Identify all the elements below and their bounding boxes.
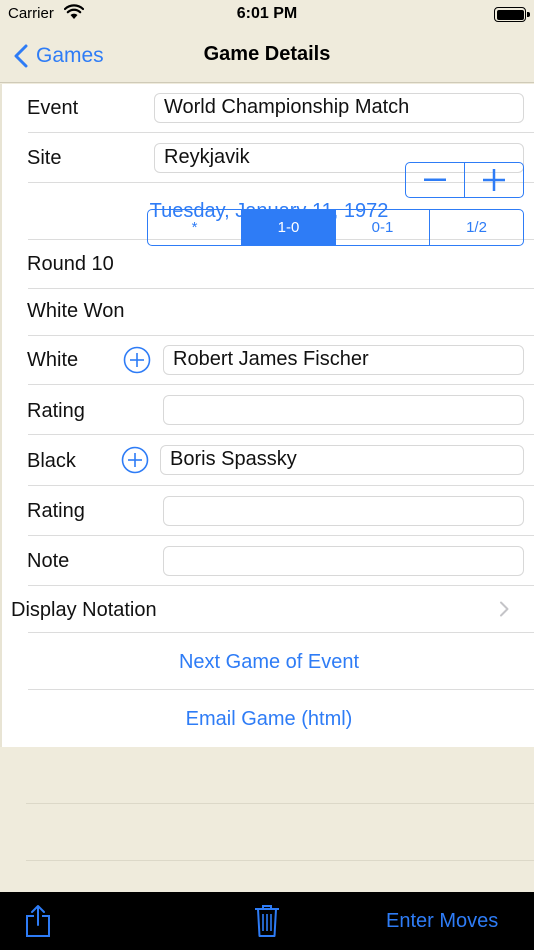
- row-divider: [28, 632, 534, 633]
- add-player-icon[interactable]: [121, 446, 149, 474]
- white-rating-field[interactable]: [163, 395, 524, 425]
- row-divider: [28, 288, 534, 289]
- add-player-icon[interactable]: [123, 346, 151, 374]
- row-divider: [28, 535, 534, 536]
- round-label: Round 10: [27, 253, 114, 275]
- black-rating-field[interactable]: [163, 496, 524, 526]
- plus-icon: [483, 169, 505, 191]
- navigation-bar: Games Game Details: [0, 30, 534, 83]
- row-divider: [28, 335, 534, 336]
- game-details-form: Event World Championship Match Site Reyk…: [0, 84, 534, 747]
- row-divider: [28, 132, 534, 133]
- battery-icon: [494, 7, 530, 22]
- black-label: Black: [27, 450, 76, 472]
- white-rating-label: Rating: [27, 400, 85, 422]
- result-option-black-win[interactable]: 0-1: [335, 210, 429, 245]
- display-notation-label: Display Notation: [11, 599, 157, 621]
- round-stepper: [405, 162, 524, 198]
- chevron-right-icon: [500, 601, 509, 617]
- email-game-button[interactable]: Email Game (html): [2, 708, 534, 731]
- event-field[interactable]: World Championship Match: [154, 93, 524, 123]
- increment-button[interactable]: [464, 163, 523, 197]
- white-label: White: [27, 349, 79, 371]
- row-divider: [26, 860, 534, 861]
- black-player-field[interactable]: Boris Spassky: [160, 445, 524, 475]
- display-notation-row[interactable]: Display Notation: [2, 586, 534, 632]
- enter-moves-button[interactable]: Enter Moves: [386, 910, 498, 933]
- result-option-draw[interactable]: 1/2: [429, 210, 523, 245]
- page-title: Game Details: [203, 43, 331, 65]
- result-label: White Won: [27, 300, 125, 322]
- clock: 6:01 PM: [236, 5, 298, 22]
- minus-icon: [424, 178, 446, 181]
- result-segmented-control: * 1-0 0-1 1/2: [147, 209, 524, 246]
- white-player-field[interactable]: Robert James Fischer: [163, 345, 524, 375]
- row-divider: [26, 803, 534, 804]
- status-bar: Carrier 6:01 PM: [0, 0, 534, 30]
- row-divider: [28, 434, 534, 435]
- note-label: Note: [27, 550, 70, 572]
- trash-icon[interactable]: [254, 904, 280, 938]
- black-rating-label: Rating: [27, 500, 85, 522]
- result-option-none[interactable]: *: [148, 210, 241, 245]
- share-icon[interactable]: [25, 904, 51, 938]
- row-divider: [28, 689, 534, 690]
- next-game-button[interactable]: Next Game of Event: [2, 651, 534, 674]
- row-divider: [28, 384, 534, 385]
- site-label: Site: [27, 147, 62, 169]
- row-divider: [28, 485, 534, 486]
- decrement-button[interactable]: [406, 163, 464, 197]
- result-option-white-win[interactable]: 1-0: [241, 210, 335, 245]
- note-field[interactable]: [163, 546, 524, 576]
- event-label: Event: [27, 97, 79, 119]
- bottom-toolbar: Enter Moves: [0, 892, 534, 950]
